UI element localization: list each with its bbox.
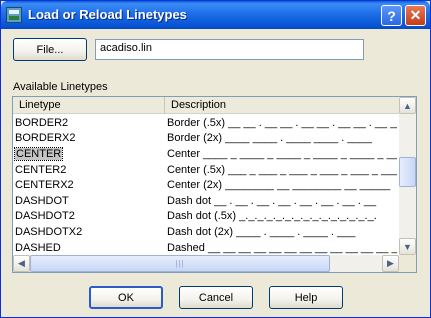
linetype-name: CENTER2 bbox=[13, 164, 163, 176]
window-title: Load or Reload Linetypes bbox=[28, 7, 187, 22]
list-item[interactable]: CENTERX2 Center (2x) ________ __ ________… bbox=[13, 177, 399, 193]
list-item[interactable]: CENTER2 Center (.5x) ___ _ ___ _ ___ _ __… bbox=[13, 162, 399, 178]
linetype-name: CENTERX2 bbox=[13, 179, 163, 191]
linetype-name: BORDERX2 bbox=[13, 132, 163, 144]
help-title-button[interactable]: ? bbox=[381, 5, 402, 26]
linetype-name-text: BORDER2 bbox=[15, 116, 69, 129]
linetype-description: Dash dot (2x) ____ . ____ . ____ . ___ bbox=[167, 225, 356, 238]
linetype-description: Border (2x) ____ ____ . ____ ____ . ____ bbox=[167, 132, 372, 145]
chevron-right-icon: ▶ bbox=[387, 258, 394, 268]
available-linetypes-label: Available Linetypes bbox=[13, 81, 108, 93]
linetype-description: Dash dot (.5x) _._._._._._._._._._._._._… bbox=[167, 210, 377, 223]
file-button-label: File... bbox=[36, 43, 64, 56]
question-icon: ? bbox=[387, 7, 396, 24]
ok-button[interactable]: OK bbox=[89, 286, 163, 309]
linetype-name: DASHDOTX2 bbox=[13, 226, 163, 238]
linetype-name-text: BORDERX2 bbox=[15, 132, 76, 145]
list-item[interactable]: BORDER2 Border (.5x) __ __ . __ __ . __ _… bbox=[13, 115, 399, 131]
column-header-description[interactable]: Description bbox=[165, 97, 399, 114]
linetype-name-text: CENTER bbox=[13, 146, 64, 161]
linetype-name: DASHDOT bbox=[13, 195, 163, 207]
linetype-rows: BORDER2 Border (.5x) __ __ . __ __ . __ _… bbox=[13, 115, 399, 271]
horizontal-scrollbar[interactable]: ◀ ||| ▶ bbox=[13, 255, 399, 272]
list-item[interactable]: DASHDOT Dash dot __ . __ . __ . __ . __ .… bbox=[13, 193, 399, 209]
chevron-left-icon: ◀ bbox=[18, 258, 25, 268]
scroll-down-button[interactable]: ▼ bbox=[399, 238, 416, 255]
ok-button-label: OK bbox=[118, 291, 134, 304]
filename-input[interactable]: acadiso.lin bbox=[95, 39, 364, 60]
linetype-description: Center (2x) ________ __ ________ __ ____… bbox=[167, 179, 391, 192]
linetype-description: Dashed __ __ __ __ __ __ __ __ __ __ __ … bbox=[167, 241, 397, 254]
list-item[interactable]: DASHDOTX2 Dash dot (2x) ____ . ____ . ___… bbox=[13, 224, 399, 240]
cancel-button-label: Cancel bbox=[198, 291, 234, 304]
scroll-left-button[interactable]: ◀ bbox=[13, 255, 30, 272]
linetype-name-text: CENTER2 bbox=[15, 163, 67, 176]
linetype-name-text: CENTERX2 bbox=[15, 179, 74, 192]
linetype-list[interactable]: Linetype Description BORDER2 Border (.5x)… bbox=[12, 96, 417, 273]
vertical-scrollbar[interactable]: ▲ ▼ bbox=[399, 97, 416, 255]
linetype-description: Border (.5x) __ __ . __ __ . __ __ . __ … bbox=[167, 116, 397, 129]
chevron-down-icon: ▼ bbox=[403, 241, 412, 252]
horizontal-scroll-thumb[interactable]: ||| bbox=[30, 255, 330, 272]
linetype-name-text: DASHED bbox=[15, 241, 61, 254]
help-button-label: Help bbox=[294, 291, 318, 304]
scroll-up-button[interactable]: ▲ bbox=[399, 97, 416, 114]
linetype-name-text: DASHDOTX2 bbox=[15, 225, 83, 238]
linetype-description: Center (.5x) ___ _ ___ _ ___ _ ___ _ ___… bbox=[167, 163, 397, 176]
close-button[interactable]: ✕ bbox=[405, 5, 426, 26]
chevron-up-icon: ▲ bbox=[403, 100, 412, 111]
linetype-name-text: DASHDOT bbox=[15, 194, 69, 207]
linetype-name: BORDER2 bbox=[13, 117, 163, 129]
cancel-button[interactable]: Cancel bbox=[179, 286, 253, 309]
close-icon: ✕ bbox=[409, 7, 422, 23]
app-icon bbox=[6, 7, 22, 23]
dialog-window: Load or Reload Linetypes ? ✕ File... aca… bbox=[0, 0, 431, 318]
list-item[interactable]: BORDERX2 Border (2x) ____ ____ . ____ ___… bbox=[13, 131, 399, 147]
linetype-name: DASHED bbox=[13, 242, 163, 254]
vertical-scroll-thumb[interactable] bbox=[399, 157, 416, 187]
list-item[interactable]: CENTER Center ____ _ ____ _ ____ _ ____ _… bbox=[13, 146, 399, 162]
linetype-description: Center ____ _ ____ _ ____ _ ____ _ ____ … bbox=[167, 147, 397, 160]
scrollbar-corner bbox=[399, 255, 416, 272]
linetype-name: CENTER bbox=[13, 146, 163, 161]
title-bar[interactable]: Load or Reload Linetypes ? ✕ bbox=[1, 1, 430, 29]
list-item[interactable]: DASHED Dashed __ __ __ __ __ __ __ __ __ … bbox=[13, 240, 399, 256]
scroll-right-button[interactable]: ▶ bbox=[382, 255, 399, 272]
linetype-name: DASHDOT2 bbox=[13, 210, 163, 222]
list-item[interactable]: DASHDOT2 Dash dot (.5x) _._._._._._._._._… bbox=[13, 209, 399, 225]
help-button[interactable]: Help bbox=[269, 286, 343, 309]
linetype-description: Dash dot __ . __ . __ . __ . __ . __ . _… bbox=[167, 194, 377, 207]
file-button[interactable]: File... bbox=[13, 38, 87, 61]
linetype-name-text: DASHDOT2 bbox=[15, 210, 75, 223]
grip-icon: ||| bbox=[175, 259, 185, 268]
column-header-linetype[interactable]: Linetype bbox=[13, 97, 165, 114]
